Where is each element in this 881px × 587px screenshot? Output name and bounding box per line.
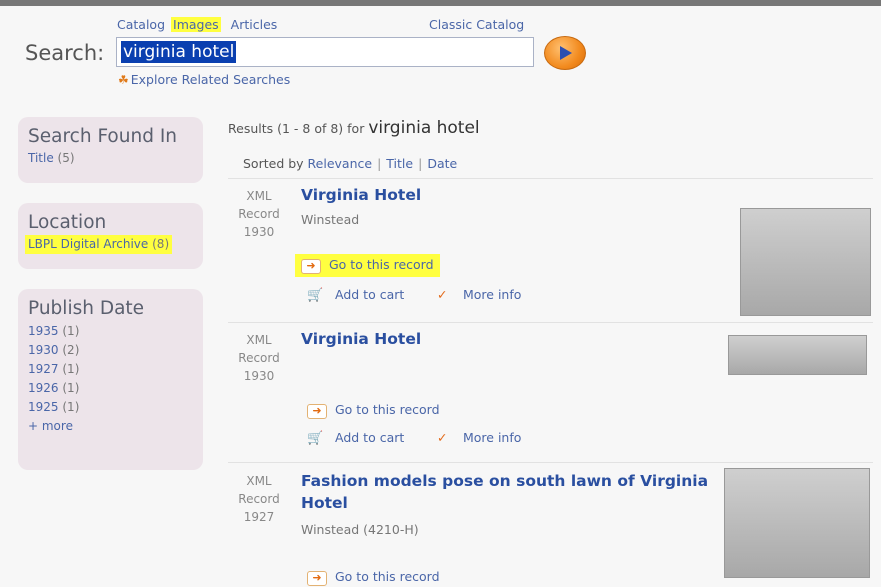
search-label: Search: [25,41,105,65]
tab-images[interactable]: Images [171,17,221,32]
search-found-in-panel: Search Found In Title (5) [18,117,203,183]
cart-icon: 🛒 [307,431,324,446]
result-title[interactable]: Fashion models pose on south lawn of Vir… [301,470,708,514]
facet-year-1930[interactable]: 1930 (2) [28,341,193,360]
facet-year-1935[interactable]: 1935 (1) [28,322,193,341]
result-thumbnail[interactable] [724,468,870,578]
facet-year-1926[interactable]: 1926 (1) [28,379,193,398]
tab-catalog[interactable]: Catalog [117,17,165,32]
facet-more-link[interactable]: + more [28,417,193,436]
search-go-button[interactable] [544,36,586,70]
sort-relevance[interactable]: Relevance [308,156,373,171]
explore-label: Explore Related Searches [130,72,291,87]
panel-title: Publish Date [28,298,145,319]
result-title[interactable]: Virginia Hotel [301,184,421,206]
results-query: virginia hotel [368,118,480,138]
cart-icon: 🛒 [307,288,324,303]
catalog-tabs: Catalog Images Articles [117,17,283,32]
record-format: XML Record 1930 [238,333,280,383]
arrow-right-icon: ➜ [307,571,327,586]
sort-bar: Sorted by Relevance | Title | Date [243,156,458,171]
play-arrow-icon [560,46,572,60]
add-to-cart-link[interactable]: 🛒 Add to cart [307,430,404,446]
arrow-right-icon: ➜ [307,404,327,419]
arrow-right-icon: ➜ [301,259,321,274]
result-thumbnail[interactable] [728,335,867,375]
result-author: Winstead [301,212,360,227]
facet-year-1927[interactable]: 1927 (1) [28,360,193,379]
results-summary: Results (1 - 8 of 8) for virginia hotel [228,118,480,138]
classic-catalog-link[interactable]: Classic Catalog [429,17,524,32]
divider [228,322,873,323]
result-author: Winstead (4210-H) [301,522,419,537]
panel-title: Search Found In [28,126,177,147]
facet-lbpl-digital-archive[interactable]: LBPL Digital Archive (8) [25,235,193,254]
publish-date-panel: Publish Date 1935 (1) 1930 (2) 1927 (1) … [18,289,203,470]
related-searches-icon: ☘ [118,73,129,87]
result-title[interactable]: Virginia Hotel [301,328,421,350]
search-input-value: virginia hotel [121,41,237,63]
sort-title[interactable]: Title [386,156,413,171]
checkmark-icon: ✓ [437,430,448,445]
panel-title: Location [28,212,107,233]
explore-related-searches-link[interactable]: ☘ Explore Related Searches [118,72,290,87]
more-info-link[interactable]: ✓ More info [437,287,521,302]
go-to-record-link[interactable]: ➜ Go to this record [307,402,440,419]
go-to-record-link[interactable]: ➜ Go to this record [307,569,440,586]
location-panel: Location LBPL Digital Archive (8) [18,203,203,269]
result-thumbnail[interactable] [740,208,871,316]
checkmark-icon: ✓ [437,287,448,302]
tab-articles[interactable]: Articles [231,17,278,32]
search-input[interactable]: virginia hotel [116,37,534,67]
sort-date[interactable]: Date [427,156,457,171]
go-to-record-link[interactable]: ➜ Go to this record [295,254,440,277]
facet-year-1925[interactable]: 1925 (1) [28,398,193,417]
top-bar [0,0,881,6]
divider [228,462,873,463]
divider [228,178,873,179]
more-info-link[interactable]: ✓ More info [437,430,521,445]
facet-title[interactable]: Title (5) [28,149,193,168]
add-to-cart-link[interactable]: 🛒 Add to cart [307,287,404,303]
record-format: XML Record 1927 [238,474,280,524]
record-format: XML Record 1930 [238,189,280,239]
